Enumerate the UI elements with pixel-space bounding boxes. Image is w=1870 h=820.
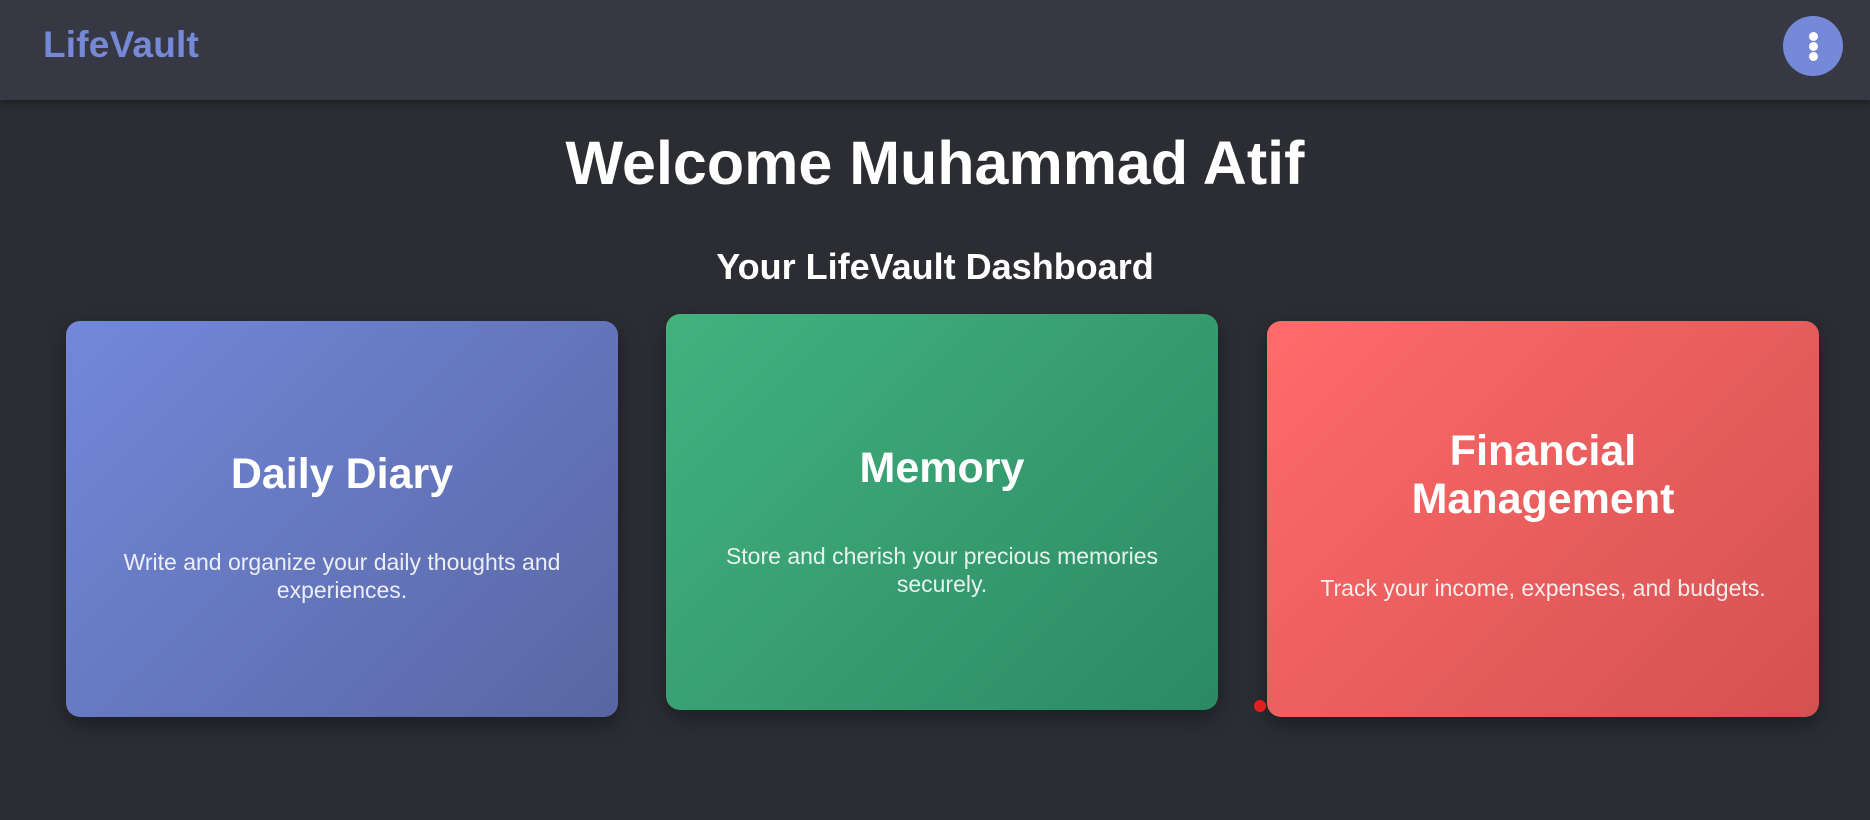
top-navbar: LifeVault <box>0 0 1870 100</box>
kebab-dot <box>1809 52 1818 61</box>
card-title: Financial Management <box>1267 427 1819 523</box>
menu-button[interactable] <box>1783 16 1843 76</box>
card-title-text: Financial Management <box>1411 427 1675 523</box>
brand-logo[interactable]: LifeVault <box>43 26 199 63</box>
card-description: Track your income, expenses, and budgets… <box>1320 575 1766 601</box>
card-description: Write and organize your daily thoughts a… <box>123 549 561 603</box>
welcome-heading: Welcome Muhammad Atif <box>565 129 1305 197</box>
memory-card[interactable]: Memory Store and cherish your precious m… <box>666 314 1218 710</box>
financial-management-card[interactable]: Financial Management Track your income, … <box>1267 321 1819 717</box>
cursor-indicator <box>1254 700 1266 712</box>
card-title: Memory <box>859 444 1025 492</box>
kebab-dot <box>1809 42 1818 51</box>
dashboard-subtitle: Your LifeVault Dashboard <box>716 246 1154 287</box>
daily-diary-card[interactable]: Daily Diary Write and organize your dail… <box>66 321 618 717</box>
card-title: Daily Diary <box>230 450 454 498</box>
kebab-vertical-icon <box>1809 32 1818 41</box>
card-description: Store and cherish your precious memories… <box>725 543 1159 597</box>
